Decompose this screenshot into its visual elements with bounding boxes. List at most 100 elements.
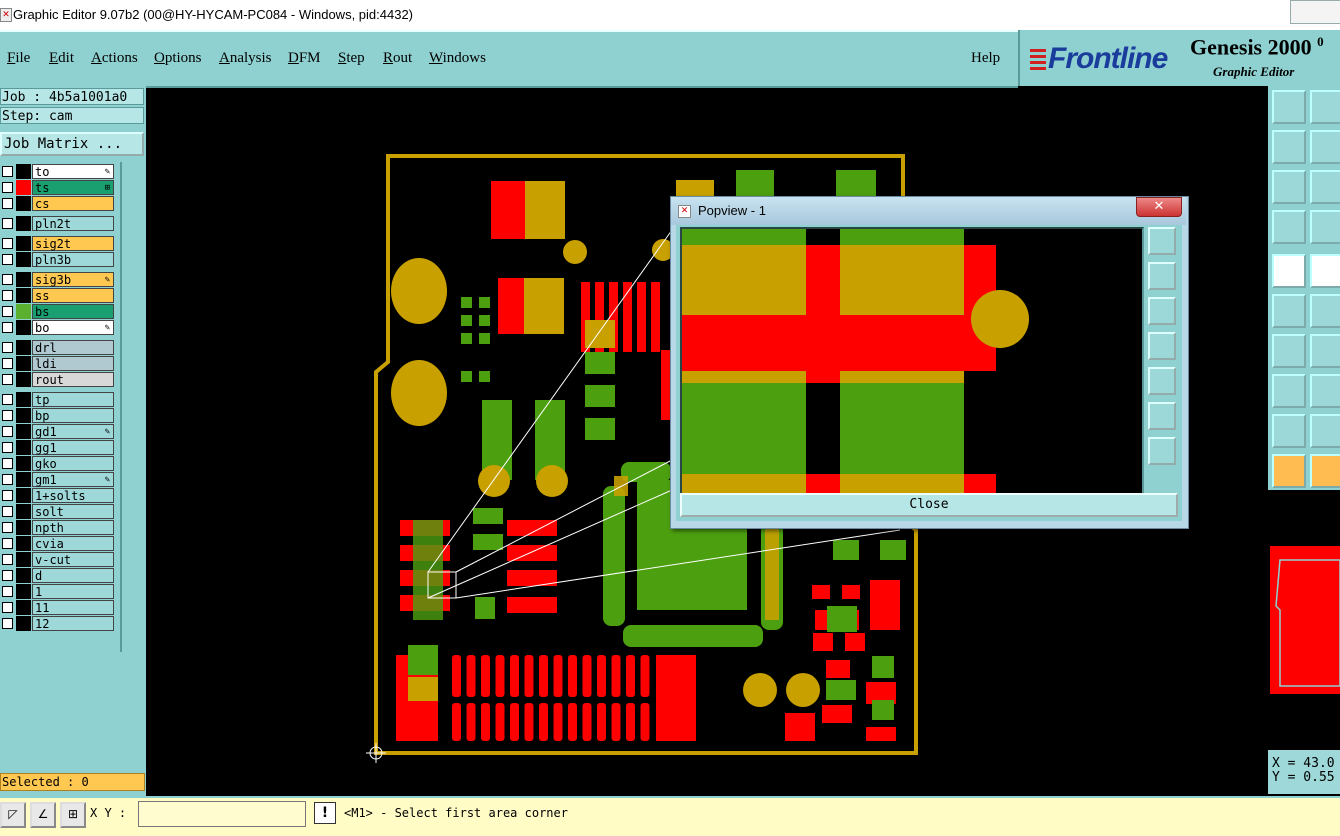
layer-row[interactable]: 1 (0, 584, 116, 599)
pan-left-icon[interactable] (1272, 130, 1306, 164)
fit-all-icon[interactable] (1310, 170, 1340, 204)
layer-name[interactable]: d (32, 568, 114, 583)
layer-name[interactable]: 11 (32, 600, 114, 615)
layer-name[interactable]: solt (32, 504, 114, 519)
layer-name[interactable]: ss (32, 288, 114, 303)
layer-name[interactable]: bo ✎ (32, 320, 114, 335)
layer-color-swatch[interactable] (16, 616, 31, 631)
layer-color-swatch[interactable] (16, 288, 31, 303)
layer-name[interactable]: cvia (32, 536, 114, 551)
xy-input[interactable] (138, 801, 306, 827)
popview-close-x[interactable]: ✕ (1136, 197, 1182, 217)
popview-down-icon[interactable] (1148, 297, 1176, 325)
cross-icon[interactable] (1310, 294, 1340, 328)
layer-row[interactable]: sig2t (0, 236, 116, 251)
tools-icon[interactable] (1272, 210, 1306, 244)
layer-checkbox[interactable] (2, 254, 13, 265)
layer-row[interactable]: cvia (0, 536, 116, 551)
layer-color-swatch[interactable] (16, 472, 31, 487)
layer-checkbox[interactable] (2, 290, 13, 301)
layer-name[interactable]: pln2t (32, 216, 114, 231)
layer-color-swatch[interactable] (16, 164, 31, 179)
layer-row[interactable]: sig3b ✎ (0, 272, 116, 287)
layer-color-swatch[interactable] (16, 536, 31, 551)
layer-row[interactable]: rout (0, 372, 116, 387)
measure-icon[interactable] (1310, 374, 1340, 408)
layer-row[interactable]: gm1 ✎ (0, 472, 116, 487)
popview-right-icon[interactable] (1148, 367, 1176, 395)
layer-color-swatch[interactable] (16, 216, 31, 231)
layer-color-swatch[interactable] (16, 304, 31, 319)
net-icon[interactable] (1272, 294, 1306, 328)
layer-name[interactable]: 1+solts (32, 488, 114, 503)
layer-name[interactable]: v-cut (32, 552, 114, 567)
menu-actions[interactable]: Actions (91, 50, 138, 67)
layer-name[interactable]: cs (32, 196, 114, 211)
layer-row[interactable]: ss (0, 288, 116, 303)
layer-color-swatch[interactable] (16, 180, 31, 195)
layer-color-swatch[interactable] (16, 552, 31, 567)
layer-checkbox[interactable] (2, 474, 13, 485)
layer-row[interactable]: bs (0, 304, 116, 319)
pad-icon[interactable] (1272, 374, 1306, 408)
layer-checkbox[interactable] (2, 538, 13, 549)
popview-fit-icon[interactable] (1148, 402, 1176, 430)
job-matrix-button[interactable]: Job Matrix ... (0, 132, 144, 156)
layer-checkbox[interactable] (2, 522, 13, 533)
layer-color-swatch[interactable] (16, 252, 31, 267)
layer-checkbox[interactable] (2, 198, 13, 209)
layer-color-swatch[interactable] (16, 372, 31, 387)
grid-icon[interactable]: ⊞ (60, 802, 86, 828)
layer-color-swatch[interactable] (16, 196, 31, 211)
layer-row[interactable]: gko (0, 456, 116, 471)
pointer2-icon[interactable] (1310, 454, 1340, 488)
layer-row[interactable]: ts ⊞ (0, 180, 116, 195)
layer-name[interactable]: gd1 ✎ (32, 424, 114, 439)
layer-name[interactable]: 12 (32, 616, 114, 631)
menu-analysis[interactable]: Analysis (219, 50, 272, 67)
minimap[interactable] (1268, 490, 1340, 750)
layer-checkbox[interactable] (2, 306, 13, 317)
layer-row[interactable]: ldi (0, 356, 116, 371)
layer-name[interactable]: tp (32, 392, 114, 407)
layer-row[interactable]: bo ✎ (0, 320, 116, 335)
layer-color-swatch[interactable] (16, 272, 31, 287)
layer-row[interactable]: solt (0, 504, 116, 519)
layer-name[interactable]: ldi (32, 356, 114, 371)
pan-right-icon[interactable] (1310, 130, 1340, 164)
layer-name[interactable]: ts ⊞ (32, 180, 114, 195)
layer-name[interactable]: bs (32, 304, 114, 319)
layer-color-swatch[interactable] (16, 584, 31, 599)
maximize-button[interactable] (1290, 0, 1340, 24)
menu-file[interactable]: File (7, 50, 30, 67)
layer-name[interactable]: 1 (32, 584, 114, 599)
snap-icon[interactable] (1272, 254, 1306, 288)
layer-color-swatch[interactable] (16, 456, 31, 471)
layer-row[interactable]: drl (0, 340, 116, 355)
layer-color-swatch[interactable] (16, 408, 31, 423)
pointer-icon[interactable] (1272, 454, 1306, 488)
layer-color-swatch[interactable] (16, 440, 31, 455)
layer-color-swatch[interactable] (16, 392, 31, 407)
popview-close-button[interactable]: Close (680, 493, 1178, 517)
menu-edit[interactable]: Edit (49, 50, 74, 67)
layer-name[interactable]: rout (32, 372, 114, 387)
layer-checkbox[interactable] (2, 554, 13, 565)
menu-dfm[interactable]: DFM (288, 50, 321, 67)
zoom-in-icon[interactable] (1310, 90, 1340, 124)
layer-color-swatch[interactable] (16, 568, 31, 583)
layer-name[interactable]: sig3b ✎ (32, 272, 114, 287)
layer-checkbox[interactable] (2, 618, 13, 629)
menu-options[interactable]: Options (154, 50, 202, 67)
layer-checkbox[interactable] (2, 506, 13, 517)
popview-center-icon[interactable] (1148, 437, 1176, 465)
layer-row[interactable]: tp (0, 392, 116, 407)
layer-name[interactable]: gm1 ✎ (32, 472, 114, 487)
layer-checkbox[interactable] (2, 274, 13, 285)
layer-row[interactable]: bp (0, 408, 116, 423)
menu-rout[interactable]: Rout (383, 50, 412, 67)
layer-checkbox[interactable] (2, 238, 13, 249)
layer-row[interactable]: gg1 (0, 440, 116, 455)
draw-mode-icon[interactable]: ◸ (0, 802, 26, 828)
layer-checkbox[interactable] (2, 218, 13, 229)
